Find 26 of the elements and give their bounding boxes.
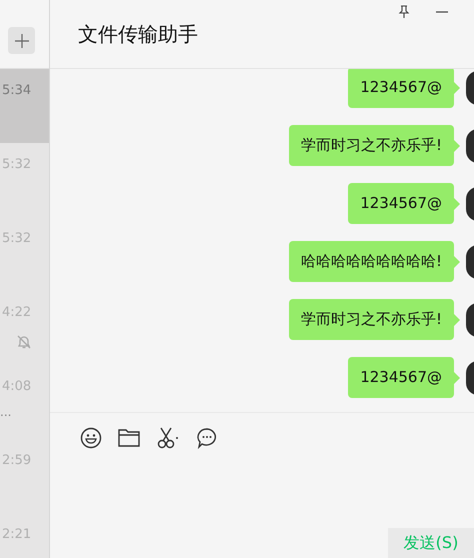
send-button[interactable]: 发送(S) bbox=[388, 528, 474, 558]
chat-preview: ... bbox=[0, 405, 12, 419]
bubble-tail bbox=[454, 140, 460, 152]
folder-icon[interactable] bbox=[118, 428, 140, 448]
chat-title: 文件传输助手 bbox=[78, 20, 198, 48]
emoji-icon[interactable] bbox=[80, 427, 102, 449]
bubble-tail bbox=[454, 256, 460, 268]
message-bubble: 1234567@ bbox=[348, 357, 454, 398]
bubble-tail bbox=[454, 198, 460, 210]
bubble-tail bbox=[454, 372, 460, 384]
mute-icon bbox=[17, 335, 31, 349]
bubble-tail bbox=[454, 82, 460, 94]
add-button[interactable] bbox=[8, 27, 35, 54]
minimize-icon[interactable] bbox=[436, 11, 448, 13]
scissors-icon[interactable] bbox=[156, 427, 180, 449]
plus-icon bbox=[14, 32, 30, 48]
message-bubble: 1234567@ bbox=[348, 69, 454, 108]
message-bubble: 1234567@ bbox=[348, 183, 454, 224]
message-bubble: 哈哈哈哈哈哈哈哈哈! bbox=[288, 241, 454, 282]
bubble-tail bbox=[454, 314, 460, 326]
chat-time: 5:34 bbox=[1, 83, 32, 98]
message-bubble: 学而时习之不亦乐乎! bbox=[288, 299, 454, 340]
message-bubble: 学而时习之不亦乐乎! bbox=[288, 125, 454, 166]
chat-icon[interactable] bbox=[196, 427, 218, 449]
chat-item[interactable]: 5:34 bbox=[0, 69, 49, 143]
pin-icon[interactable] bbox=[398, 5, 410, 19]
